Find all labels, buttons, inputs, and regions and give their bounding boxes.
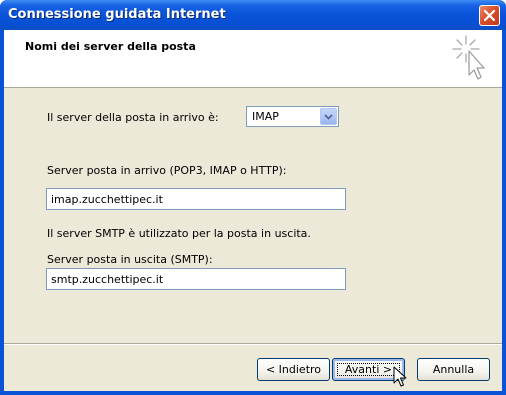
chevron-down-icon [324, 114, 333, 120]
window-title: Connessione guidata Internet [8, 7, 226, 22]
incoming-server-label: Server posta in arrivo (POP3, IMAP o HTT… [47, 164, 287, 177]
dropdown-button[interactable] [320, 108, 337, 125]
incoming-type-label: Il server della posta in arrivo è: [47, 111, 219, 124]
outgoing-server-label: Server posta in uscita (SMTP): [47, 253, 213, 266]
footer-separator [4, 343, 502, 345]
wizard-window: Connessione guidata Internet Nomi dei se… [0, 0, 506, 395]
title-bar[interactable]: Connessione guidata Internet [0, 0, 506, 30]
mouse-pointer-icon [393, 366, 407, 387]
wizard-client-area: Nomi dei server della posta Il server de… [4, 30, 502, 391]
outgoing-server-value: smtp.zucchettipec.it [51, 273, 164, 286]
incoming-server-value: imap.zucchettipec.it [51, 193, 163, 206]
incoming-server-field[interactable]: imap.zucchettipec.it [46, 188, 346, 210]
close-icon [483, 9, 496, 22]
smtp-info-text: Il server SMTP è utilizzato per la posta… [47, 227, 311, 240]
outgoing-server-field[interactable]: smtp.zucchettipec.it [46, 268, 346, 290]
wizard-sparkle-cursor-icon [452, 35, 485, 80]
wizard-header: Nomi dei server della posta [4, 30, 502, 88]
focus-rectangle [337, 363, 400, 376]
incoming-type-select[interactable]: IMAP [246, 106, 339, 127]
page-title: Nomi dei server della posta [25, 40, 196, 53]
incoming-type-value: IMAP [252, 110, 279, 123]
cancel-button[interactable]: Annulla [417, 358, 490, 381]
close-button[interactable] [479, 5, 500, 26]
back-button[interactable]: < Indietro [257, 358, 330, 381]
